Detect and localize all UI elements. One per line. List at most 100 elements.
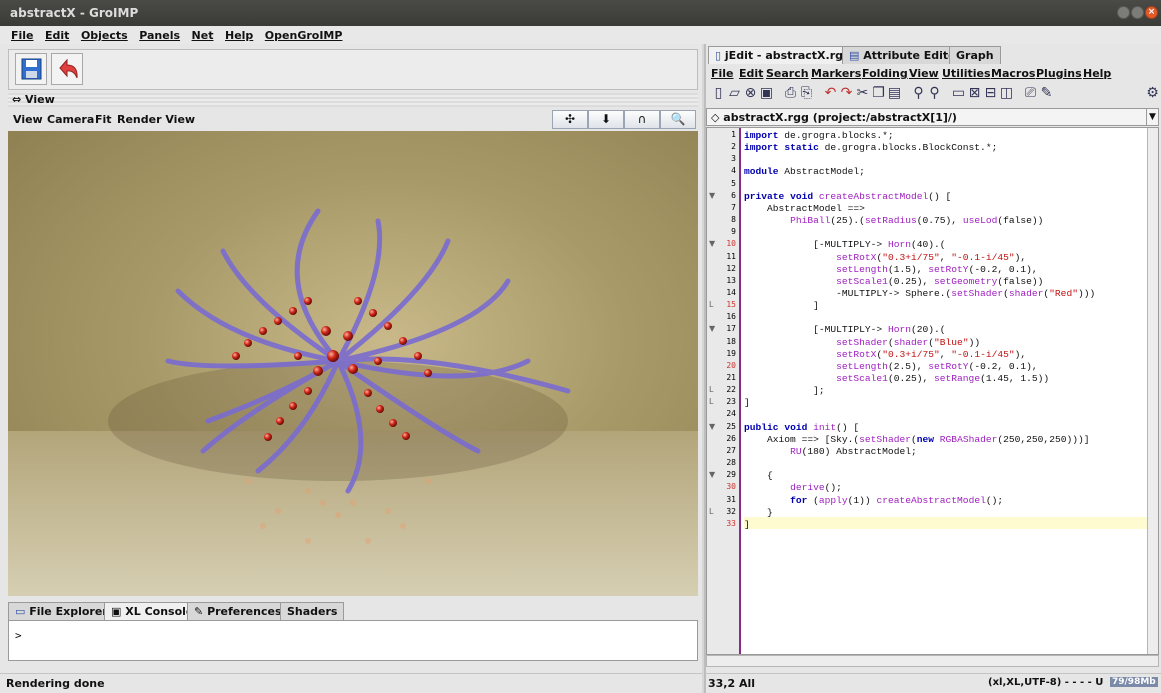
dolly-icon[interactable]: ⬇	[588, 110, 624, 129]
move-icon[interactable]: ✣	[552, 110, 588, 129]
tab-shaders[interactable]: Shaders	[280, 602, 345, 620]
line-number: 7	[731, 202, 736, 212]
jmenu-view[interactable]: View	[909, 67, 939, 80]
menu-help[interactable]: Help	[225, 26, 253, 42]
undo-icon	[59, 58, 78, 79]
code-line: ]	[744, 397, 750, 409]
undo-button[interactable]	[51, 53, 83, 85]
undo-icon[interactable]: ↶	[822, 85, 839, 102]
view-menu-camera[interactable]: Camera	[47, 113, 94, 126]
page-setup-icon[interactable]: ⎘	[798, 85, 815, 102]
code-editor[interactable]: 1 2 3 4 5 6 ▼ 7 8 9 10 ▼ 11 12 13 14 15 L 16 17 ▼ 18 19 20 21 22 L…	[706, 127, 1159, 655]
split-horizontal-icon[interactable]: ⊟	[982, 85, 999, 102]
code-line: ]	[744, 518, 750, 530]
jmenu-help[interactable]: Help	[1083, 67, 1111, 80]
minimize-button[interactable]	[1117, 6, 1130, 19]
view-menubar: View Camera Fit Render View ✣ ⬇ ∩ 🔍	[8, 108, 698, 130]
save-file-icon[interactable]: ▣	[758, 85, 775, 102]
current-line-highlight	[744, 517, 1149, 529]
jmenu-search[interactable]: Search	[766, 67, 809, 80]
code-line: setRotX("0.3+i/75", "-0.1-i/45"),	[836, 251, 1027, 263]
rotate-icon[interactable]: ∩	[624, 110, 660, 129]
menu-file[interactable]: File	[11, 26, 34, 42]
menu-panels[interactable]: Panels	[139, 26, 180, 42]
print-icon[interactable]: ⎙	[782, 85, 799, 102]
code-line: private void createAbstractModel() [	[744, 190, 952, 202]
line-number: 24	[726, 409, 736, 419]
plugin-manager-icon[interactable]: ⚙	[1144, 85, 1161, 102]
vertical-scrollbar[interactable]	[1147, 128, 1158, 654]
fold-marker-icon[interactable]: ▼	[709, 470, 715, 479]
buffer-switcher[interactable]: ◇ abstractX.rgg (project:/abstractX[1]/)…	[706, 108, 1159, 126]
code-line: setLength(2.5), setRotY(-0.2, 0.1),	[836, 360, 1038, 372]
open-file-icon[interactable]: ▱	[726, 85, 743, 102]
buffer-encoding[interactable]: (xl,XL,UTF-8) - - - - U	[988, 677, 1103, 688]
line-number: 1	[731, 130, 736, 139]
code-line: import static de.grogra.blocks.BlockCons…	[744, 142, 998, 154]
menu-net[interactable]: Net	[192, 26, 214, 42]
cut-icon[interactable]: ✂	[854, 85, 871, 102]
fold-marker-icon[interactable]: ▼	[709, 422, 715, 431]
render-viewport[interactable]	[8, 131, 698, 596]
save-button[interactable]	[15, 53, 47, 85]
global-options-icon[interactable]: ✎	[1038, 85, 1055, 102]
main-menubar: File Edit Objects Panels Net Help OpenGr…	[0, 26, 1161, 44]
zoom-icon[interactable]: 🔍	[660, 110, 696, 129]
paste-icon[interactable]: ▤	[886, 85, 903, 102]
new-view-icon[interactable]: ▭	[950, 85, 967, 102]
folder-icon: ▭	[15, 605, 26, 618]
tab-graph[interactable]: Graph	[949, 46, 1001, 64]
find-icon[interactable]: ⚲	[910, 85, 927, 102]
jmenu-plugins[interactable]: Plugins	[1036, 67, 1082, 80]
close-button[interactable]: ×	[1145, 6, 1158, 19]
copy-icon[interactable]: ❐	[870, 85, 887, 102]
menu-opengroimp[interactable]: OpenGroIMP	[265, 26, 343, 42]
close-file-icon[interactable]: ⊗	[742, 85, 759, 102]
view-menu-fit[interactable]: Fit	[95, 113, 112, 126]
code-text-area[interactable]: import de.grogra.blocks.*; import static …	[744, 128, 1149, 654]
tab-xl-console[interactable]: ▣ XL Console	[104, 602, 201, 620]
fold-marker-icon[interactable]: ▼	[709, 191, 715, 200]
line-number-gutter: 1 2 3 4 5 6 ▼ 7 8 9 10 ▼ 11 12 13 14 15 L 16 17 ▼ 18 19 20 21 22 L…	[707, 128, 741, 654]
fold-marker-icon[interactable]: L	[709, 385, 713, 394]
fold-marker-icon[interactable]: ▼	[709, 239, 715, 248]
line-number: 21	[726, 373, 736, 382]
find-next-icon[interactable]: ⚲	[926, 85, 943, 102]
view-menu-render-view[interactable]: Render View	[117, 113, 195, 126]
horizontal-scrollbar[interactable]	[706, 655, 1159, 667]
tab-jedit[interactable]: ▯ jEdit - abstractX.rgg	[708, 46, 858, 64]
menu-edit[interactable]: Edit	[45, 26, 69, 42]
fold-marker-icon[interactable]: L	[709, 300, 713, 309]
jmenu-folding[interactable]: Folding	[862, 67, 908, 80]
tab-preferences[interactable]: ✎ Preferences	[187, 602, 289, 620]
fold-marker-icon[interactable]: L	[709, 507, 713, 516]
jedit-status-bar: 33,2 All (xl,XL,UTF-8) - - - - U 79/98Mb	[706, 673, 1161, 693]
menu-objects[interactable]: Objects	[81, 26, 128, 42]
main-toolbar	[8, 49, 698, 90]
jmenu-utilities[interactable]: Utilities	[942, 67, 991, 80]
jmenu-file[interactable]: File	[711, 67, 734, 80]
split-vertical-icon[interactable]: ◫	[998, 85, 1015, 102]
jedit-toolbar: ▯ ▱ ⊗ ▣ ⎙ ⎘ ↶ ↷ ✂ ❐ ▤ ⚲ ⚲ ▭ ⊠ ⊟ ◫ ⎚ ✎ ⚙	[706, 82, 1161, 106]
fold-marker-icon[interactable]: ▼	[709, 324, 715, 333]
right-tabbar: ▯ jEdit - abstractX.rgg ▤ Attribute Edit…	[706, 46, 1161, 64]
jmenu-edit[interactable]: Edit	[739, 67, 763, 80]
redo-icon[interactable]: ↷	[838, 85, 855, 102]
maximize-button[interactable]	[1131, 6, 1144, 19]
line-number: 27	[726, 445, 736, 455]
jmenu-markers[interactable]: Markers	[811, 67, 861, 80]
buffer-options-icon[interactable]: ⎚	[1022, 85, 1039, 102]
tab-file-explorer[interactable]: ▭ File Explorer	[8, 602, 115, 620]
fold-marker-icon[interactable]: L	[709, 397, 713, 406]
jmenu-macros[interactable]: Macros	[991, 67, 1035, 80]
code-line: -MULTIPLY-> Sphere.(setShader(shader("Re…	[744, 287, 1096, 299]
xl-console[interactable]: >	[8, 620, 698, 661]
view-menu-view[interactable]: View	[13, 113, 43, 126]
unsplit-icon[interactable]: ⊠	[966, 85, 983, 102]
line-number: 12	[726, 263, 736, 273]
chevron-down-icon[interactable]: ▼	[1146, 109, 1158, 125]
line-number: 30	[726, 482, 736, 492]
new-file-icon[interactable]: ▯	[710, 85, 727, 102]
save-icon	[21, 58, 42, 80]
line-number: 22	[726, 385, 736, 395]
